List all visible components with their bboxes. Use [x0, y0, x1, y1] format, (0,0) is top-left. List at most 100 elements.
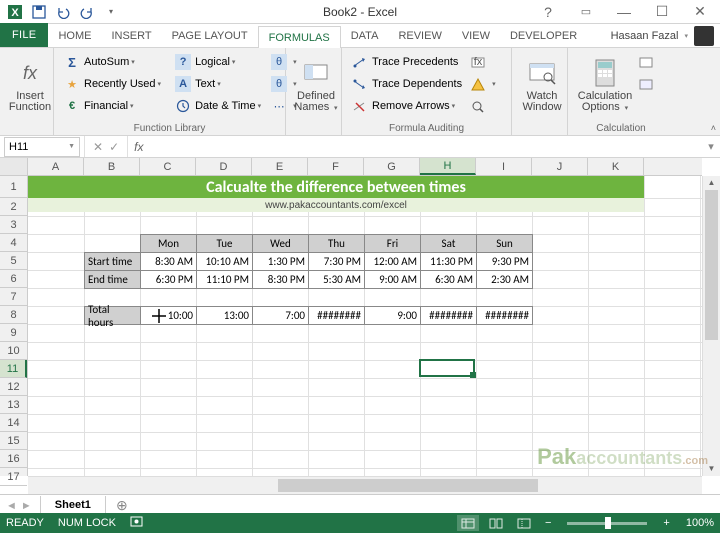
logical-button[interactable]: ?Logical▾ — [171, 51, 265, 73]
total-cell[interactable]: 7:00 — [252, 306, 309, 325]
insert-function-button[interactable]: fx Insert Function — [6, 51, 54, 117]
column-header[interactable]: D — [196, 158, 252, 175]
column-header[interactable]: J — [532, 158, 588, 175]
add-sheet-icon[interactable]: ⊕ — [112, 497, 132, 514]
autosum-button[interactable]: ΣAutoSum▾ — [60, 51, 165, 73]
row-header[interactable]: 14 — [0, 414, 27, 432]
column-header[interactable]: K — [588, 158, 644, 175]
show-formulas-button[interactable]: fx — [468, 51, 498, 73]
remove-arrows-button[interactable]: Remove Arrows▾ — [348, 95, 466, 117]
fx-icon[interactable]: fx — [128, 140, 143, 154]
sheet-prev-icon[interactable]: ◄ — [6, 500, 17, 512]
row-header[interactable]: 15 — [0, 432, 27, 450]
watch-window-button[interactable]: Watch Window — [518, 51, 566, 117]
cancel-formula-icon[interactable]: ✕ — [93, 140, 103, 154]
tab-formulas[interactable]: FORMULAS — [258, 26, 341, 48]
scroll-thumb[interactable] — [705, 190, 718, 340]
start-cell[interactable]: 8:30 AM — [140, 252, 197, 271]
select-all-button[interactable] — [0, 158, 28, 175]
total-cell[interactable]: 10:00 — [140, 306, 197, 325]
row-header[interactable]: 1 — [0, 176, 27, 198]
end-cell[interactable]: 5:30 AM — [308, 270, 365, 289]
name-box[interactable]: H11▼ — [4, 137, 80, 157]
column-header[interactable]: E — [252, 158, 308, 175]
tab-home[interactable]: HOME — [48, 25, 101, 47]
total-cell[interactable]: ######## — [476, 306, 533, 325]
macro-record-icon[interactable] — [130, 515, 143, 531]
column-header[interactable]: B — [84, 158, 140, 175]
zoom-out-icon[interactable]: − — [541, 517, 555, 529]
scroll-up-icon[interactable]: ▲ — [703, 176, 720, 190]
end-cell[interactable]: 9:00 AM — [364, 270, 421, 289]
close-icon[interactable]: ✕ — [686, 3, 714, 21]
calculate-sheet-button[interactable] — [636, 73, 660, 95]
enter-formula-icon[interactable]: ✓ — [109, 140, 119, 154]
column-header[interactable]: A — [28, 158, 84, 175]
hscroll-thumb[interactable] — [278, 479, 538, 492]
total-cell[interactable]: 13:00 — [196, 306, 253, 325]
vertical-scrollbar[interactable]: ▲ ▼ — [702, 176, 720, 476]
zoom-slider[interactable] — [567, 522, 647, 525]
tab-review[interactable]: REVIEW — [388, 25, 451, 47]
row-header[interactable]: 10 — [0, 342, 27, 360]
expand-formula-bar-icon[interactable]: ▾ — [702, 140, 720, 153]
financial-button[interactable]: €Financial▾ — [60, 95, 165, 117]
user-account[interactable]: Hasaan Fazal ▾ — [611, 26, 714, 46]
day-header[interactable]: Tue — [196, 234, 253, 253]
start-cell[interactable]: 11:30 PM — [420, 252, 477, 271]
grid[interactable]: Calcualte the difference between timesww… — [28, 176, 702, 476]
day-header[interactable]: Sat — [420, 234, 477, 253]
page-layout-view-icon[interactable] — [485, 515, 507, 531]
defined-names-button[interactable]: Defined Names ▾ — [292, 51, 340, 117]
help-icon[interactable]: ? — [534, 3, 562, 21]
calculation-options-button[interactable]: Calculation Options ▾ — [574, 51, 636, 117]
page-break-view-icon[interactable] — [513, 515, 535, 531]
tab-view[interactable]: VIEW — [452, 25, 500, 47]
row-header[interactable]: 6 — [0, 270, 27, 288]
collapse-ribbon-icon[interactable]: ˄ — [711, 123, 716, 133]
file-tab[interactable]: FILE — [0, 23, 48, 47]
row-header[interactable]: 13 — [0, 396, 27, 414]
formula-bar[interactable] — [143, 136, 702, 157]
text-button[interactable]: AText▾ — [171, 73, 265, 95]
column-header[interactable]: H — [420, 158, 476, 175]
tab-insert[interactable]: INSERT — [101, 25, 161, 47]
datetime-button[interactable]: Date & Time▾ — [171, 95, 265, 117]
minimize-icon[interactable]: — — [610, 3, 638, 21]
day-header[interactable]: Thu — [308, 234, 365, 253]
row-header[interactable]: 17 — [0, 468, 27, 486]
row-label-end[interactable]: End time — [84, 270, 141, 289]
end-cell[interactable]: 2:30 AM — [476, 270, 533, 289]
horizontal-scrollbar[interactable] — [28, 476, 702, 494]
recently-used-button[interactable]: ★Recently Used▾ — [60, 73, 165, 95]
error-checking-button[interactable]: ▾ — [468, 73, 498, 95]
end-cell[interactable]: 11:10 PM — [196, 270, 253, 289]
row-label-total[interactable]: Total hours — [84, 306, 141, 325]
normal-view-icon[interactable] — [457, 515, 479, 531]
save-icon[interactable] — [28, 2, 50, 22]
row-header[interactable]: 7 — [0, 288, 27, 306]
sheet-next-icon[interactable]: ► — [21, 500, 32, 512]
start-cell[interactable]: 1:30 PM — [252, 252, 309, 271]
column-header[interactable]: F — [308, 158, 364, 175]
tab-developer[interactable]: DEVELOPER — [500, 25, 587, 47]
row-label-start[interactable]: Start time — [84, 252, 141, 271]
column-header[interactable]: G — [364, 158, 420, 175]
qat-customize-icon[interactable]: ▾ — [100, 2, 122, 22]
excel-icon[interactable]: X — [4, 2, 26, 22]
redo-icon[interactable] — [76, 2, 98, 22]
row-header[interactable]: 8 — [0, 306, 27, 324]
evaluate-formula-button[interactable] — [468, 95, 498, 117]
trace-precedents-button[interactable]: Trace Precedents — [348, 51, 466, 73]
tab-page-layout[interactable]: PAGE LAYOUT — [162, 25, 258, 47]
row-header[interactable]: 4 — [0, 234, 27, 252]
zoom-in-icon[interactable]: + — [659, 517, 673, 529]
trace-dependents-button[interactable]: Trace Dependents — [348, 73, 466, 95]
row-header[interactable]: 16 — [0, 450, 27, 468]
undo-icon[interactable] — [52, 2, 74, 22]
row-header[interactable]: 11 — [0, 360, 27, 378]
start-cell[interactable]: 7:30 PM — [308, 252, 365, 271]
total-cell[interactable]: 9:00 — [364, 306, 421, 325]
calculate-now-button[interactable] — [636, 51, 660, 73]
total-cell[interactable]: ######## — [420, 306, 477, 325]
